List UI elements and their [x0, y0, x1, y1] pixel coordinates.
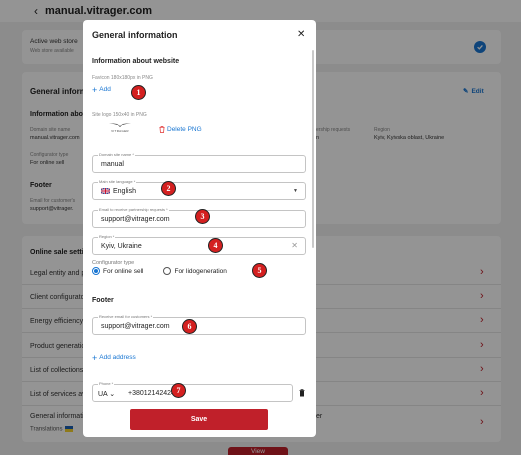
configurator-radio-group: For online sell For lidogeneration: [92, 267, 227, 275]
step-marker-1: 1: [131, 85, 146, 100]
step-marker-3: 3: [195, 209, 210, 224]
phone-number-value: +38012142424: [128, 390, 175, 397]
language-label: Main site language *: [98, 179, 137, 185]
footer-section-title: Footer: [92, 297, 114, 304]
site-logo-preview: VITRAGER: [100, 122, 140, 136]
step-marker-4: 4: [208, 238, 223, 253]
radio-online-sell-label: For online sell: [103, 267, 144, 275]
add-address-button[interactable]: + Add address: [92, 352, 136, 363]
plus-icon: +: [92, 84, 98, 95]
dropdown-arrow-icon: ▼: [293, 188, 298, 194]
partnership-email-value: support@vitrager.com: [101, 216, 170, 223]
radio-lidogeneration[interactable]: [163, 267, 172, 275]
delete-png-button[interactable]: Delete PNG: [159, 126, 202, 133]
region-label: Region *: [98, 234, 116, 240]
step-marker-6: 6: [182, 319, 197, 334]
footer-email-field[interactable]: Receive email for customers * support@vi…: [92, 314, 306, 335]
modal-scrollbar[interactable]: [312, 50, 314, 248]
partnership-email-label: Email to receive partnership requests *: [98, 207, 169, 213]
close-icon[interactable]: ✕: [297, 29, 305, 40]
radio-online-sell[interactable]: [92, 267, 100, 275]
phone-country-select[interactable]: UA ⌄: [98, 390, 115, 398]
step-marker-5: 5: [252, 263, 267, 278]
logo-hint: Site logo 150x40 in PNG: [92, 112, 147, 118]
step-marker-2: 2: [161, 181, 176, 196]
uk-flag-icon: [101, 188, 110, 195]
plus-icon: +: [92, 352, 98, 363]
domain-name-field[interactable]: Domain site name * manual: [92, 152, 306, 173]
modal-title: General information: [92, 30, 178, 40]
language-select[interactable]: Main site language * English ▼: [92, 179, 306, 200]
domain-name-value: manual: [101, 161, 124, 168]
phone-label: Phone *: [98, 381, 115, 387]
dropdown-arrow-icon: ⌄: [109, 391, 116, 398]
trash-icon: [159, 126, 165, 133]
footer-email-label: Receive email for customers *: [98, 314, 154, 320]
region-field[interactable]: Region * Kyiv, Ukraine ✕: [92, 234, 306, 255]
general-info-modal: General information ✕ Information about …: [83, 20, 316, 437]
footer-email-value: support@vitrager.com: [101, 323, 170, 330]
language-value: English: [101, 188, 136, 195]
logo-wing-mark: [109, 123, 131, 127]
configurator-type-label: Configurator type: [92, 260, 135, 266]
delete-png-label: Delete PNG: [167, 126, 202, 133]
add-address-label: Add address: [99, 354, 136, 361]
domain-name-label: Domain site name *: [98, 152, 135, 158]
add-favicon-button[interactable]: + Add: [92, 84, 111, 95]
trash-icon[interactable]: [299, 389, 305, 397]
step-marker-7: 7: [171, 383, 186, 398]
phone-field[interactable]: Phone * UA ⌄ +38012142424: [92, 381, 293, 402]
region-value: Kyiv, Ukraine: [101, 243, 142, 250]
website-section-title: Information about website: [92, 58, 180, 65]
favicon-hint: Favicon 180x180px in PNG: [92, 75, 153, 81]
logo-wordmark: VITRAGER: [111, 129, 129, 133]
radio-lidogeneration-label: For lidogeneration: [174, 267, 227, 275]
add-favicon-label: Add: [99, 86, 111, 93]
clear-icon[interactable]: ✕: [291, 241, 298, 250]
save-button[interactable]: Save: [130, 409, 268, 430]
